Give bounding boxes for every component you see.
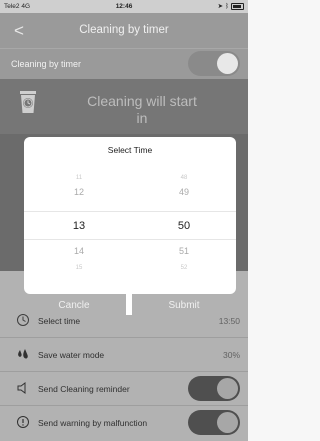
malfunction-warning-toggle[interactable] [188, 410, 240, 435]
list-item-cleaning-reminder: Send Cleaning reminder [0, 372, 248, 406]
status-icons: ➤ ᛒ [218, 2, 244, 10]
warning-icon [17, 416, 29, 428]
countdown-message: Cleaning will start in [87, 93, 197, 126]
hour-option[interactable]: 15 [34, 265, 124, 271]
minute-option[interactable]: 48 [139, 175, 229, 181]
minute-option[interactable]: 49 [139, 187, 229, 197]
save-water-value: 30% [222, 350, 240, 360]
timer-bin-icon [20, 91, 36, 113]
cleaning-timer-row: Cleaning by timer [0, 48, 248, 79]
hour-option[interactable]: 11 [34, 175, 124, 181]
submit-button[interactable]: Submit [132, 294, 236, 318]
toggle-knob [217, 378, 238, 399]
save-water-label: Save water mode [38, 350, 105, 360]
speaker-icon [17, 382, 26, 394]
minute-selected[interactable]: 50 [139, 220, 229, 232]
bluetooth-icon: ᛒ [225, 2, 229, 10]
cleaning-timer-toggle[interactable] [188, 51, 240, 76]
location-icon: ➤ [217, 3, 224, 10]
list-item-save-water[interactable]: Save water mode 30% [0, 338, 248, 372]
water-drop-icon [18, 349, 28, 359]
cancel-button[interactable]: Cancle [24, 294, 124, 318]
nav-bar: < Cleaning by timer [0, 13, 248, 48]
cleaning-timer-label: Cleaning by timer [11, 59, 82, 69]
toggle-knob [217, 412, 238, 433]
page-title: Cleaning by timer [79, 24, 169, 36]
countdown-banner: Cleaning will start in [0, 79, 248, 134]
malfunction-warning-label: Send warning by malfunction [38, 418, 148, 428]
hour-option[interactable]: 14 [34, 246, 124, 256]
minute-option[interactable]: 51 [139, 246, 229, 256]
cleaning-reminder-label: Send Cleaning reminder [38, 384, 130, 394]
toggle-knob [217, 53, 238, 74]
dialog-title: Select Time [107, 145, 153, 155]
minute-option[interactable]: 52 [139, 265, 229, 271]
time-picker-dialog: Select Time 11 12 13 14 15 48 49 50 51 5… [24, 137, 236, 294]
battery-icon [231, 2, 244, 10]
clock: 12:46 [115, 3, 133, 10]
status-bar: Tele2 4G 12:46 ➤ ᛒ [0, 0, 248, 13]
hour-option[interactable]: 12 [34, 187, 124, 197]
cleaning-reminder-toggle[interactable] [188, 376, 240, 401]
hour-selected[interactable]: 13 [34, 220, 124, 232]
list-item-malfunction-warning: Send warning by malfunction [0, 406, 248, 439]
